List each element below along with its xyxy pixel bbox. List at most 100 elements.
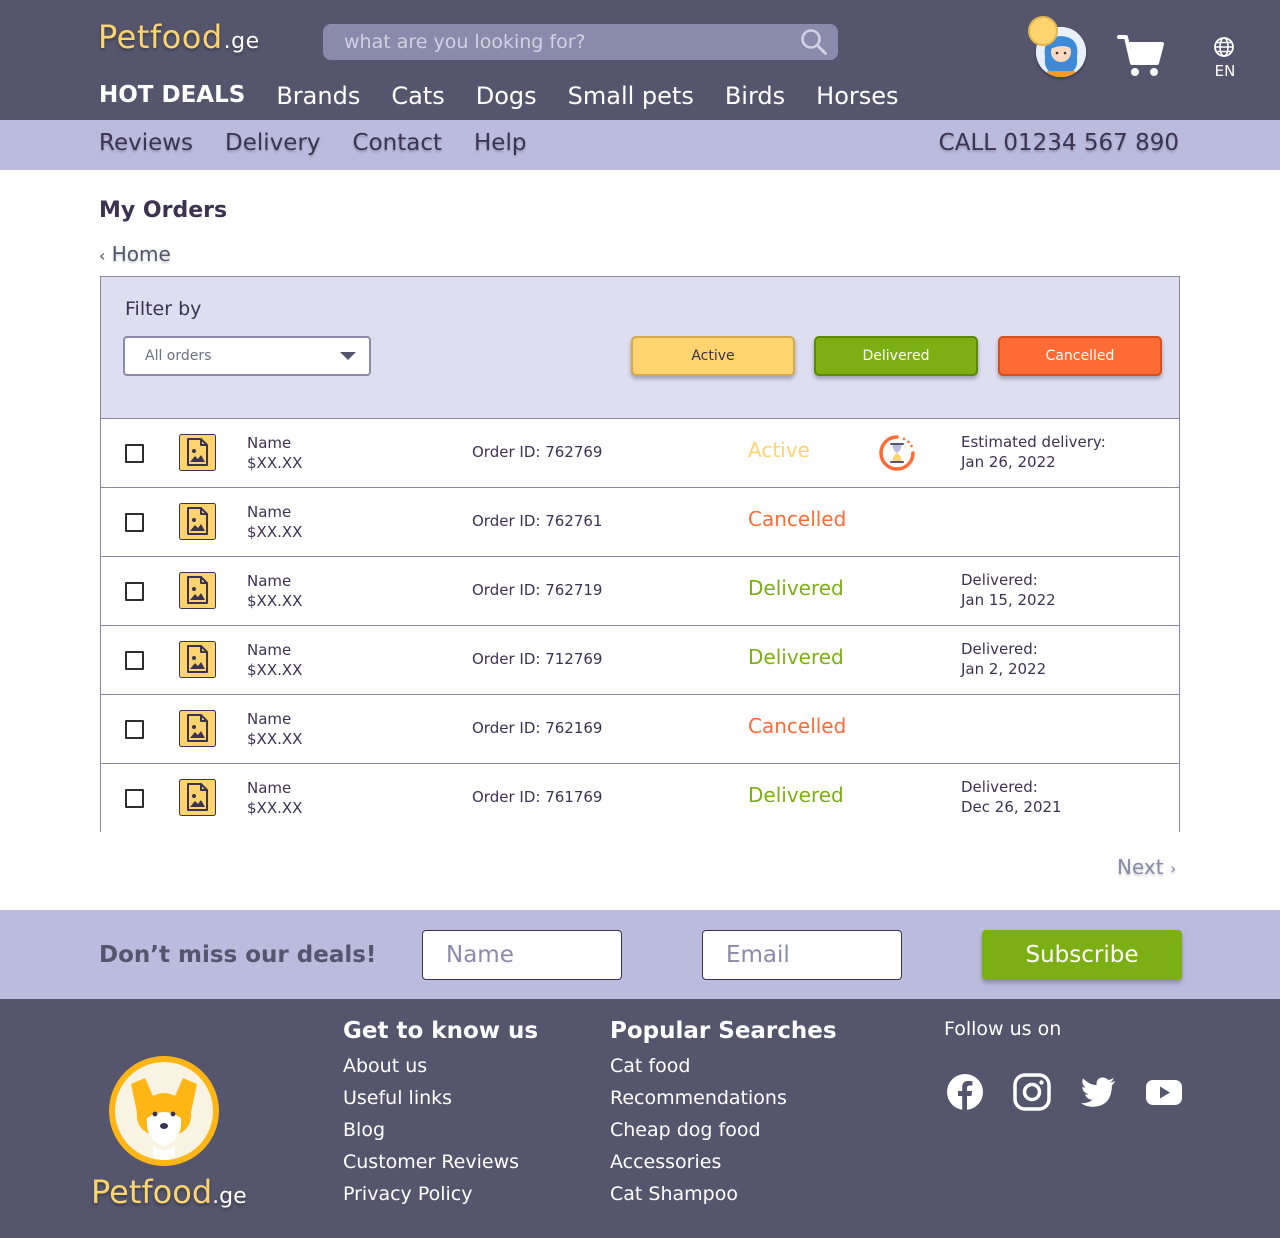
twitter-icon[interactable] bbox=[1079, 1073, 1117, 1111]
search-icon[interactable] bbox=[800, 28, 828, 56]
instagram-icon[interactable] bbox=[1013, 1073, 1051, 1111]
order-row[interactable]: Name $XX.XX Order ID: 762769 Active Estimate… bbox=[101, 419, 1179, 488]
footer-logo-tld: .ge bbox=[212, 1184, 247, 1209]
search-input[interactable] bbox=[323, 24, 793, 60]
order-row[interactable]: Name $XX.XX Order ID: 762719 Delivered Deliv… bbox=[101, 557, 1179, 626]
order-status: Cancelled bbox=[748, 714, 847, 738]
filter-delivered-button[interactable]: Delivered bbox=[814, 336, 978, 376]
main-nav: HOT DEALS Brands Cats Dogs Small pets Bi… bbox=[99, 82, 930, 110]
order-id: Order ID: 762769 bbox=[472, 443, 603, 461]
order-checkbox[interactable] bbox=[125, 582, 144, 601]
order-id: Order ID: 762169 bbox=[472, 719, 603, 737]
footer-link-cat-food[interactable]: Cat food bbox=[610, 1050, 837, 1082]
footer-link-useful-links[interactable]: Useful links bbox=[343, 1082, 538, 1114]
product-name: Name bbox=[247, 641, 292, 659]
image-placeholder-icon bbox=[179, 641, 216, 678]
nav-small-pets[interactable]: Small pets bbox=[568, 82, 694, 110]
order-status: Delivered bbox=[748, 783, 844, 807]
call-phone[interactable]: CALL 01234 567 890 bbox=[939, 130, 1179, 156]
newsletter-name-input[interactable] bbox=[422, 930, 622, 980]
delivery-date: Jan 26, 2022 bbox=[961, 453, 1056, 471]
subnav-reviews[interactable]: Reviews bbox=[99, 130, 193, 156]
footer-link-about-us[interactable]: About us bbox=[343, 1050, 538, 1082]
newsletter-email-input[interactable] bbox=[702, 930, 902, 980]
language-selector[interactable]: EN bbox=[1213, 62, 1237, 80]
order-checkbox[interactable] bbox=[125, 513, 144, 532]
nav-horses[interactable]: Horses bbox=[816, 82, 898, 110]
product-name: Name bbox=[247, 710, 292, 728]
order-filter-select[interactable]: All orders bbox=[123, 336, 371, 376]
order-row[interactable]: Name $XX.XX Order ID: 762169 Cancelled bbox=[101, 695, 1179, 764]
orders-panel: Filter by All orders Active Delivered Ca… bbox=[100, 276, 1180, 833]
newsletter-bar: Don’t miss our deals! Subscribe bbox=[0, 910, 1280, 999]
subnav-delivery[interactable]: Delivery bbox=[225, 130, 320, 156]
subnav-contact[interactable]: Contact bbox=[353, 130, 442, 156]
filter-bar: Filter by All orders Active Delivered Ca… bbox=[101, 277, 1179, 419]
delivery-date: Jan 2, 2022 bbox=[961, 660, 1047, 678]
product-price: $XX.XX bbox=[247, 661, 303, 679]
order-status: Delivered bbox=[748, 576, 844, 600]
caret-down-icon bbox=[340, 352, 356, 360]
footer-col-title: Popular Searches bbox=[610, 1018, 837, 1044]
product-name: Name bbox=[247, 779, 292, 797]
filter-cancelled-button[interactable]: Cancelled bbox=[998, 336, 1162, 376]
footer-link-privacy-policy[interactable]: Privacy Policy bbox=[343, 1178, 538, 1210]
dog-logo-icon[interactable] bbox=[109, 1056, 219, 1166]
order-checkbox[interactable] bbox=[125, 720, 144, 739]
order-id: Order ID: 761769 bbox=[472, 788, 603, 806]
footer-link-cheap-dog-food[interactable]: Cheap dog food bbox=[610, 1114, 837, 1146]
site-logo[interactable]: Petfood.ge bbox=[98, 18, 260, 56]
nav-brands[interactable]: Brands bbox=[276, 82, 360, 110]
chevron-right-icon: › bbox=[1169, 859, 1177, 878]
product-name: Name bbox=[247, 572, 292, 590]
order-checkbox[interactable] bbox=[125, 444, 144, 463]
product-price: $XX.XX bbox=[247, 454, 303, 472]
order-row[interactable]: Name $XX.XX Order ID: 761769 Delivered Deliv… bbox=[101, 764, 1179, 833]
nav-dogs[interactable]: Dogs bbox=[476, 82, 537, 110]
footer-col-about: Get to know us About us Useful links Blo… bbox=[343, 1018, 538, 1210]
notification-dot[interactable] bbox=[1028, 16, 1058, 46]
filter-active-button[interactable]: Active bbox=[631, 336, 795, 376]
order-checkbox[interactable] bbox=[125, 789, 144, 808]
order-status: Active bbox=[748, 438, 810, 462]
next-label: Next bbox=[1117, 855, 1164, 879]
site-footer: Petfood.ge Get to know us About us Usefu… bbox=[0, 999, 1280, 1238]
product-price: $XX.XX bbox=[247, 523, 303, 541]
footer-logo-text[interactable]: Petfood.ge bbox=[91, 1173, 247, 1211]
order-status: Cancelled bbox=[748, 507, 847, 531]
product-price: $XX.XX bbox=[247, 592, 303, 610]
chevron-left-icon: ‹ bbox=[99, 246, 106, 265]
footer-link-customer-reviews[interactable]: Customer Reviews bbox=[343, 1146, 538, 1178]
order-checkbox[interactable] bbox=[125, 651, 144, 670]
facebook-icon[interactable] bbox=[946, 1073, 984, 1111]
breadcrumb-label: Home bbox=[111, 242, 171, 266]
footer-link-cat-shampoo[interactable]: Cat Shampoo bbox=[610, 1178, 837, 1210]
image-placeholder-icon bbox=[179, 434, 216, 471]
footer-logo-main: Petfood bbox=[91, 1173, 213, 1211]
next-page-link[interactable]: Next › bbox=[1117, 855, 1176, 879]
footer-link-accessories[interactable]: Accessories bbox=[610, 1146, 837, 1178]
order-row[interactable]: Name $XX.XX Order ID: 712769 Delivered Deliv… bbox=[101, 626, 1179, 695]
cart-icon[interactable] bbox=[1117, 33, 1165, 79]
sub-nav: Reviews Delivery Contact Help CALL 01234… bbox=[0, 120, 1280, 170]
image-placeholder-icon bbox=[179, 503, 216, 540]
delivery-label: Delivered: bbox=[961, 778, 1038, 796]
subnav-help[interactable]: Help bbox=[474, 130, 526, 156]
footer-link-blog[interactable]: Blog bbox=[343, 1114, 538, 1146]
breadcrumb-home[interactable]: ‹ Home bbox=[99, 242, 171, 266]
subscribe-button[interactable]: Subscribe bbox=[982, 930, 1182, 980]
order-row[interactable]: Name $XX.XX Order ID: 762761 Cancelled bbox=[101, 488, 1179, 557]
footer-link-recommendations[interactable]: Recommendations bbox=[610, 1082, 837, 1114]
logo-text: Petfood bbox=[98, 18, 223, 56]
filter-label: Filter by bbox=[125, 298, 202, 320]
order-status: Delivered bbox=[748, 645, 844, 669]
youtube-icon[interactable] bbox=[1145, 1073, 1183, 1111]
hourglass-pending-icon bbox=[879, 435, 915, 471]
nav-hot-deals[interactable]: HOT DEALS bbox=[99, 82, 245, 110]
delivery-label: Delivered: bbox=[961, 640, 1038, 658]
nav-cats[interactable]: Cats bbox=[391, 82, 444, 110]
nav-birds[interactable]: Birds bbox=[725, 82, 785, 110]
logo-tld: .ge bbox=[223, 29, 260, 54]
globe-icon[interactable] bbox=[1213, 36, 1235, 58]
delivery-label: Estimated delivery: bbox=[961, 433, 1106, 451]
